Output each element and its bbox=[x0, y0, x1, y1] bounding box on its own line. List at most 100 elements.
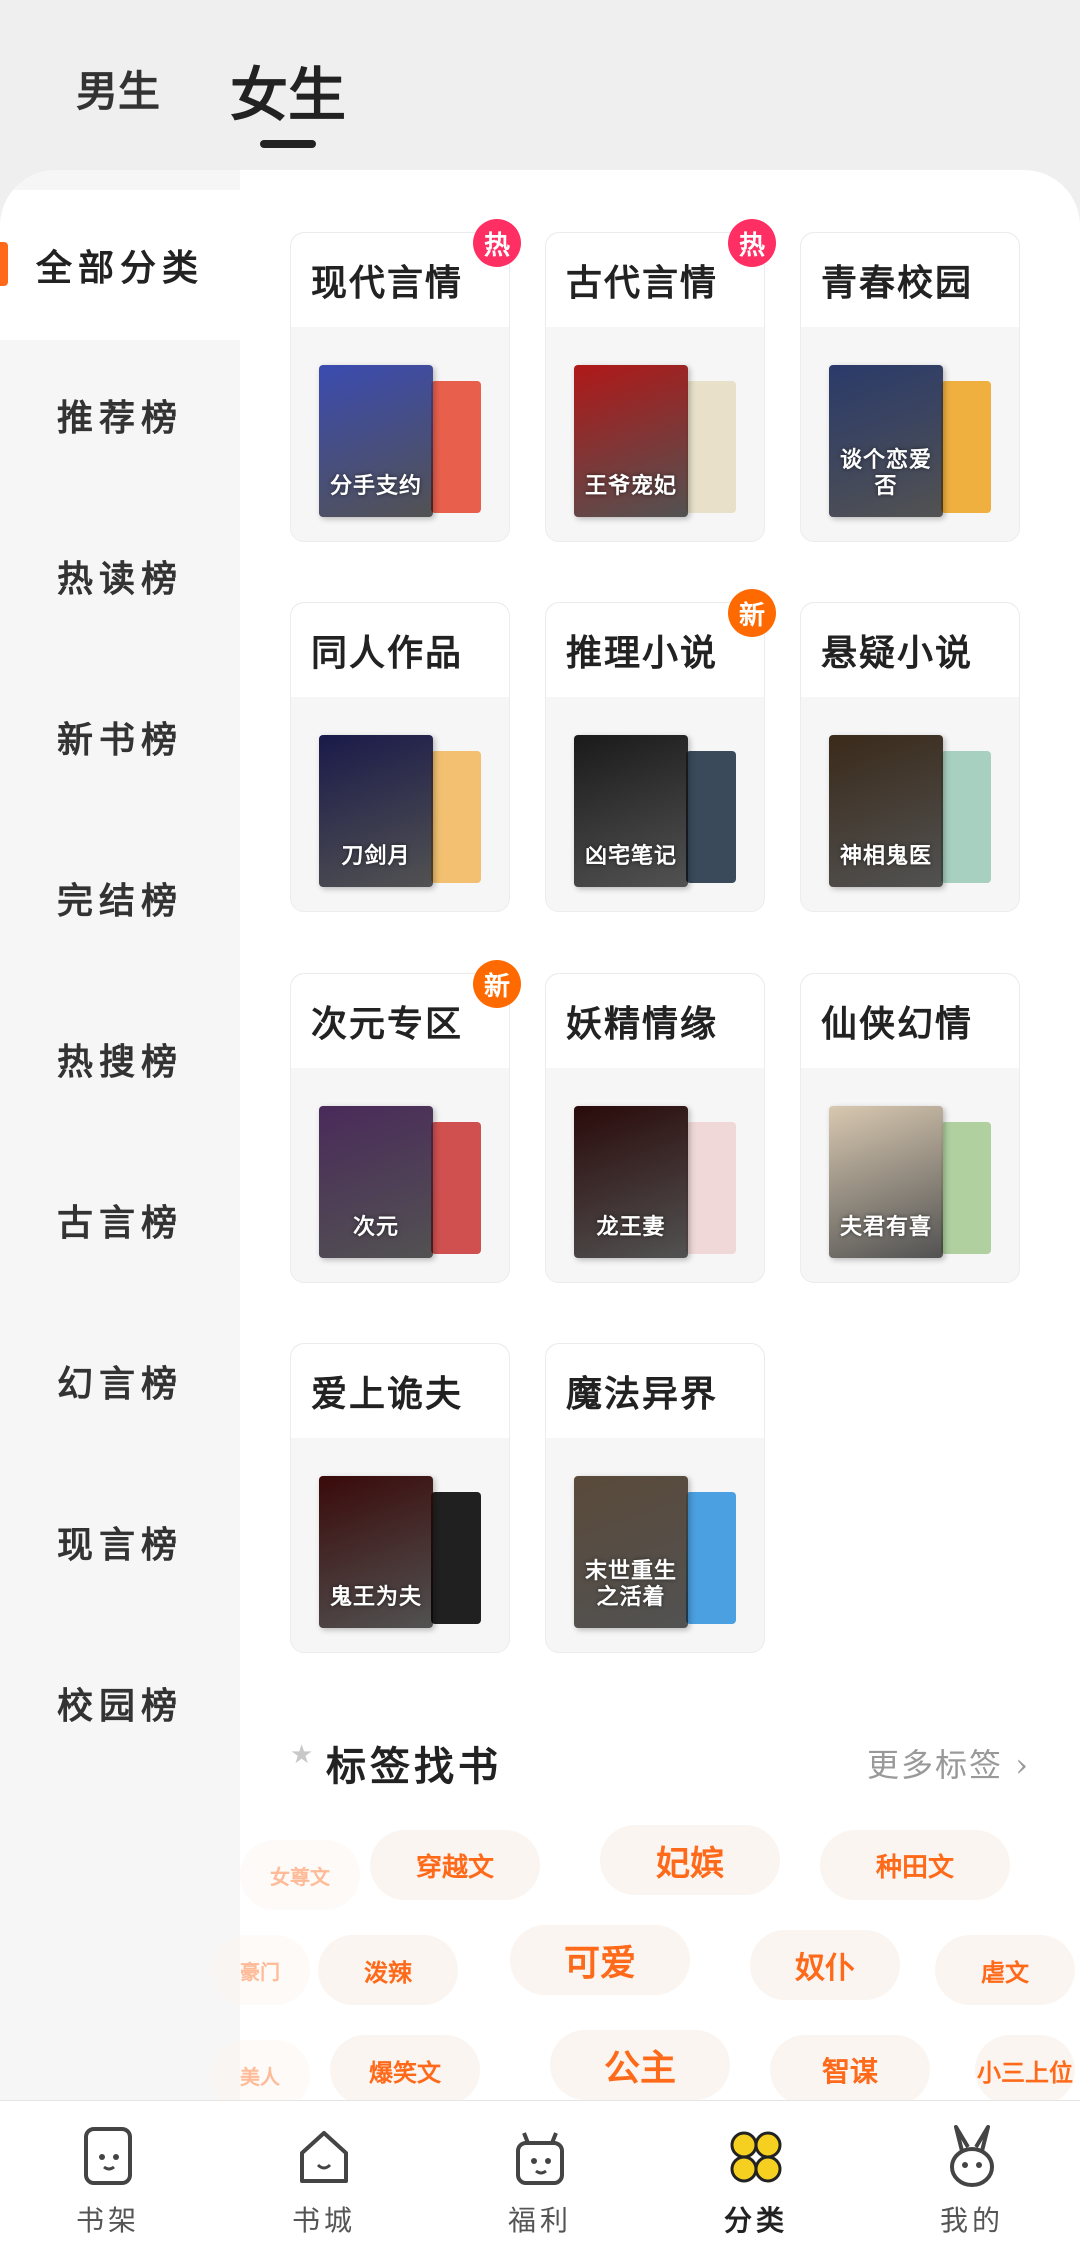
book-cover: 分手支约 bbox=[319, 365, 433, 517]
category-title: 青春校园 bbox=[801, 233, 1019, 327]
book-cover-title: 鬼王为夫 bbox=[329, 1584, 422, 1610]
chevron-right-icon: › bbox=[1015, 1746, 1030, 1784]
hot-badge: 热 bbox=[473, 219, 521, 267]
book-cover: 神相鬼医 bbox=[829, 735, 943, 887]
book-cover-back bbox=[941, 381, 991, 513]
gender-tabs: 男生 女生 bbox=[0, 0, 1080, 170]
tag-pill[interactable]: 小三上位 bbox=[975, 2035, 1075, 2100]
sidebar-item[interactable]: 完结榜 bbox=[0, 823, 240, 973]
tag-pill[interactable]: 虐文 bbox=[935, 1935, 1075, 2005]
tags-title: 标签找书 bbox=[326, 1743, 502, 1790]
book-cover-back bbox=[686, 751, 736, 883]
bottom-nav: 书架 书城 福利 分类 我的 bbox=[0, 2100, 1080, 2247]
sidebar: 全部分类 推荐榜 热读榜 新书榜 完结榜 热搜榜 古言榜 幻言榜 现言榜 校园榜 bbox=[0, 170, 240, 2100]
book-cover-title: 次元 bbox=[352, 1214, 399, 1240]
nav-label: 我的 bbox=[939, 2204, 1004, 2237]
star-icon: ★ bbox=[290, 1740, 314, 1770]
category-title: 同人作品 bbox=[291, 603, 509, 697]
book-cover-back bbox=[431, 1122, 481, 1254]
category-panel: 全部分类 推荐榜 热读榜 新书榜 完结榜 热搜榜 古言榜 幻言榜 现言榜 校园榜 现代言情 分手支约… bbox=[0, 170, 1080, 2100]
book-cover: 次元 bbox=[319, 1106, 433, 1258]
category-icon bbox=[726, 2123, 786, 2189]
category-title: 妖精情缘 bbox=[546, 974, 764, 1068]
book-cover: 刀剑月 bbox=[319, 735, 433, 887]
tag-pill[interactable]: 泼辣 bbox=[318, 1935, 458, 2005]
category-card[interactable]: 悬疑小说神相鬼医 bbox=[800, 602, 1020, 912]
tag-pill[interactable]: 奴仆 bbox=[750, 1930, 900, 2000]
book-cover-title: 神相鬼医 bbox=[839, 843, 932, 869]
book-cover-back bbox=[941, 1122, 991, 1254]
sidebar-item[interactable]: 幻言榜 bbox=[0, 1306, 240, 1456]
category-card[interactable]: 次元专区 次元新 bbox=[290, 960, 521, 1283]
book-cover-title: 分手支约 bbox=[329, 473, 422, 499]
nav-label: 书架 bbox=[75, 2204, 140, 2237]
profile-icon bbox=[942, 2123, 1002, 2189]
nav-label: 福利 bbox=[507, 2204, 572, 2237]
book-cover-back bbox=[431, 381, 481, 513]
book-cover: 鬼王为夫 bbox=[319, 1476, 433, 1628]
more-tags-link[interactable]: 更多标签 › bbox=[867, 1740, 1030, 1786]
category-card[interactable]: 古代言情 王爷宠妃热 bbox=[545, 219, 776, 542]
active-tab-indicator bbox=[260, 140, 316, 148]
tag-pill[interactable]: 智谋 bbox=[770, 2035, 930, 2100]
sidebar-item[interactable]: 新书榜 bbox=[0, 662, 240, 812]
book-cover-title: 王爷宠妃 bbox=[584, 473, 677, 499]
nav-item[interactable]: 分类 bbox=[648, 2101, 864, 2247]
book-cover-back bbox=[686, 381, 736, 513]
category-card[interactable]: 魔法异界末世重生之活着 bbox=[545, 1343, 765, 1653]
category-card[interactable]: 爱上诡夫鬼王为夫 bbox=[290, 1343, 510, 1653]
book-cover-title: 凶宅笔记 bbox=[584, 843, 677, 869]
nav-label: 分类 bbox=[723, 2204, 788, 2237]
tag-pill[interactable]: 爆笑文 bbox=[330, 2035, 480, 2100]
book-cover: 谈个恋爱否 bbox=[829, 365, 943, 517]
sidebar-item[interactable]: 校园榜 bbox=[0, 1628, 240, 1778]
new-badge: 新 bbox=[473, 960, 521, 1008]
category-card[interactable]: 同人作品刀剑月 bbox=[290, 602, 510, 912]
book-cover-title: 谈个恋爱否 bbox=[839, 447, 932, 499]
tag-pill[interactable]: 穿越文 bbox=[370, 1830, 540, 1900]
bookshelf-icon bbox=[78, 2123, 138, 2189]
nav-item[interactable]: 书城 bbox=[216, 2101, 432, 2247]
category-card[interactable]: 现代言情 分手支约热 bbox=[290, 219, 521, 542]
category-card[interactable]: 仙侠幻情夫君有喜 bbox=[800, 973, 1020, 1283]
sidebar-item[interactable]: 古言榜 bbox=[0, 1145, 240, 1295]
bookstore-icon bbox=[294, 2123, 354, 2189]
tag-pill[interactable]: 豪门 bbox=[210, 1935, 310, 2005]
tag-pill[interactable]: 公主 bbox=[550, 2030, 730, 2100]
tag-pill[interactable]: 妃嫔 bbox=[600, 1825, 780, 1895]
book-cover-title: 刀剑月 bbox=[341, 843, 411, 869]
nav-item[interactable]: 我的 bbox=[864, 2101, 1080, 2247]
sidebar-item[interactable]: 推荐榜 bbox=[0, 340, 240, 490]
new-badge: 新 bbox=[728, 589, 776, 637]
book-cover-title: 末世重生之活着 bbox=[584, 1558, 677, 1610]
sidebar-item[interactable]: 热搜榜 bbox=[0, 984, 240, 1134]
tag-pill[interactable]: 美人 bbox=[210, 2040, 310, 2100]
category-card[interactable]: 妖精情缘龙王妻 bbox=[545, 973, 765, 1283]
sidebar-item[interactable]: 全部分类 bbox=[0, 190, 240, 340]
category-title: 魔法异界 bbox=[546, 1344, 764, 1438]
book-cover-back bbox=[941, 751, 991, 883]
nav-label: 书城 bbox=[291, 2204, 356, 2237]
book-cover: 末世重生之活着 bbox=[574, 1476, 688, 1628]
category-title: 爱上诡夫 bbox=[291, 1344, 509, 1438]
book-cover-back bbox=[686, 1122, 736, 1254]
nav-item[interactable]: 书架 bbox=[0, 2101, 216, 2247]
hot-badge: 热 bbox=[728, 219, 776, 267]
tag-pill[interactable]: 女尊文 bbox=[240, 1840, 360, 1910]
tags-header: ★ 标签找书 更多标签 › bbox=[290, 1730, 1030, 1790]
sidebar-item[interactable]: 现言榜 bbox=[0, 1467, 240, 1617]
book-cover-back bbox=[686, 1492, 736, 1624]
category-title: 仙侠幻情 bbox=[801, 974, 1019, 1068]
sidebar-item[interactable]: 热读榜 bbox=[0, 501, 240, 651]
book-cover: 龙王妻 bbox=[574, 1106, 688, 1258]
book-cover: 夫君有喜 bbox=[829, 1106, 943, 1258]
tag-pill[interactable]: 种田文 bbox=[820, 1830, 1010, 1900]
category-title: 悬疑小说 bbox=[801, 603, 1019, 697]
nav-item[interactable]: 福利 bbox=[432, 2101, 648, 2247]
category-card[interactable]: 青春校园谈个恋爱否 bbox=[800, 232, 1020, 542]
category-card[interactable]: 推理小说 凶宅笔记新 bbox=[545, 589, 776, 912]
tag-pill[interactable]: 可爱 bbox=[510, 1925, 690, 1995]
book-cover-title: 龙王妻 bbox=[596, 1214, 666, 1240]
tab-female[interactable]: 女生 bbox=[230, 48, 346, 132]
tab-male[interactable]: 男生 bbox=[76, 58, 160, 119]
